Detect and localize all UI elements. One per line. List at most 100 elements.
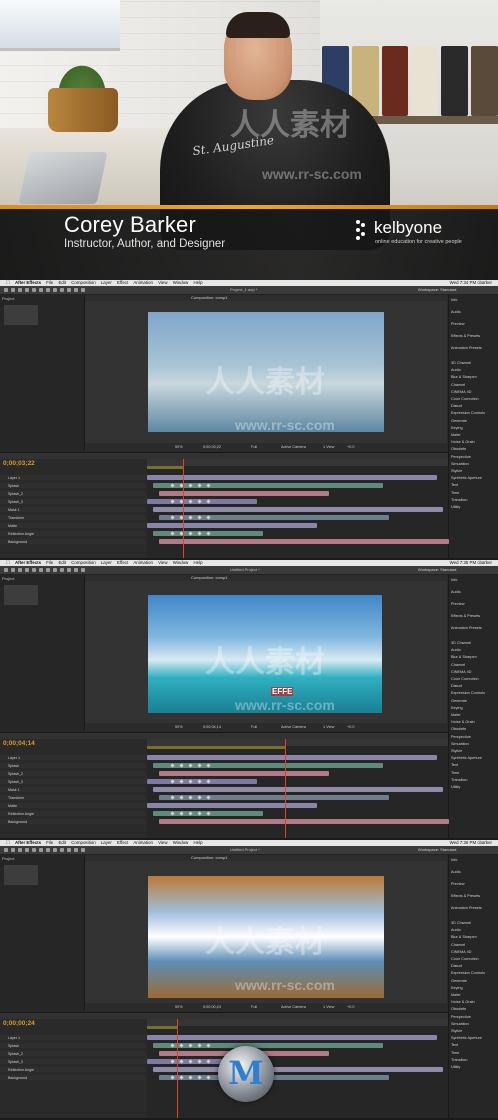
layer-bar[interactable] — [153, 787, 443, 792]
panel-item[interactable]: Text — [451, 1043, 458, 1047]
panel-item[interactable]: Keying — [451, 706, 463, 710]
layer-name[interactable]: Background — [8, 1076, 27, 1080]
tool-icon[interactable] — [18, 288, 22, 292]
project-tab[interactable]: Project — [2, 576, 14, 581]
tool-icon[interactable] — [67, 288, 71, 292]
composition-frame[interactable] — [148, 876, 384, 998]
track-area[interactable] — [147, 1019, 448, 1118]
tool-icon[interactable] — [53, 848, 57, 852]
composition-frame[interactable] — [148, 312, 384, 432]
panel-item[interactable]: Audio — [451, 928, 461, 932]
panel-item[interactable]: Synthetic Aperture — [451, 756, 482, 760]
layer-bar[interactable] — [159, 539, 449, 544]
layer-bar[interactable] — [147, 803, 317, 808]
tool-icon[interactable] — [74, 848, 78, 852]
layer-name[interactable]: Layer 1 — [8, 1036, 20, 1040]
viewer-control[interactable]: 0;00;04;14 — [203, 725, 221, 729]
panel-item[interactable]: Noise & Grain — [451, 440, 475, 444]
tool-icon[interactable] — [39, 568, 43, 572]
footage-thumbnail[interactable] — [4, 585, 38, 605]
viewer-control[interactable]: Active Camera — [281, 1005, 306, 1009]
panel-item[interactable]: Simulation — [451, 1022, 469, 1026]
panel-item[interactable]: Info — [451, 298, 457, 302]
layer-name[interactable]: Reflection Angle — [8, 1068, 34, 1072]
panel-item[interactable]: Audio — [451, 648, 461, 652]
panel-item[interactable]: Obsolete — [451, 1007, 466, 1011]
panel-item[interactable]: Noise & Grain — [451, 1000, 475, 1004]
layer-row[interactable] — [0, 755, 146, 760]
panel-item[interactable]: Expression Controls — [451, 971, 485, 975]
layer-row[interactable] — [0, 787, 146, 792]
viewer-control[interactable]: +0.0 — [347, 725, 355, 729]
panel-item[interactable]: Synthetic Aperture — [451, 1036, 482, 1040]
layer-row[interactable] — [0, 507, 146, 512]
layer-bar[interactable] — [147, 523, 317, 528]
layer-name[interactable]: Splash_3 — [8, 1060, 23, 1064]
workspace-select[interactable]: Workspace: Standard — [418, 567, 456, 572]
panel-item[interactable]: Synthetic Aperture — [451, 476, 482, 480]
time-ruler[interactable] — [147, 1019, 448, 1026]
panel-item[interactable]: Blur & Sharpen — [451, 375, 477, 379]
viewer-control[interactable]: +0.0 — [347, 445, 355, 449]
tool-icon[interactable] — [4, 288, 8, 292]
panel-item[interactable]: Keying — [451, 426, 463, 430]
tool-icon[interactable] — [39, 288, 43, 292]
current-timecode[interactable]: 0;00;04;14 — [3, 740, 35, 747]
layer-name[interactable]: Matte — [8, 524, 17, 528]
panel-item[interactable]: Perspective — [451, 1015, 471, 1019]
layer-name[interactable]: Mask 1 — [8, 508, 20, 512]
panel-item[interactable]: Info — [451, 858, 457, 862]
panel-item[interactable]: Stylize — [451, 469, 462, 473]
layer-bar[interactable] — [159, 819, 449, 824]
layer-row[interactable] — [0, 1035, 146, 1040]
tool-icon[interactable] — [32, 848, 36, 852]
panel-item[interactable]: Transition — [451, 778, 468, 782]
layer-name[interactable]: Layer 1 — [8, 756, 20, 760]
panel-item[interactable]: Utility — [451, 505, 460, 509]
viewer-control[interactable]: 50% — [175, 445, 183, 449]
panel-item[interactable]: Time — [451, 1051, 459, 1055]
tool-icon[interactable] — [25, 288, 29, 292]
panel-item[interactable]: Animation Presets — [451, 626, 482, 630]
panel-item[interactable]: Audio — [451, 310, 461, 314]
layer-row[interactable] — [0, 763, 146, 768]
layer-name[interactable]: Splash — [8, 1044, 19, 1048]
viewer-control[interactable]: Active Camera — [281, 725, 306, 729]
viewer-control[interactable]: 1 View — [323, 445, 334, 449]
tool-icon[interactable] — [53, 288, 57, 292]
layer-name[interactable]: Layer 1 — [8, 476, 20, 480]
viewer-control[interactable]: Full — [251, 725, 257, 729]
panel-item[interactable]: Effects & Presets — [451, 894, 480, 898]
layer-bar[interactable] — [147, 779, 257, 784]
panel-item[interactable]: Matte — [451, 993, 461, 997]
layer-name[interactable]: Splash — [8, 764, 19, 768]
work-area-bar[interactable] — [147, 746, 286, 749]
panel-item[interactable]: Simulation — [451, 462, 469, 466]
tool-icon[interactable] — [25, 568, 29, 572]
tool-icon[interactable] — [25, 848, 29, 852]
layer-name[interactable]: Background — [8, 820, 27, 824]
footage-thumbnail[interactable] — [4, 305, 38, 325]
panel-item[interactable]: Transition — [451, 498, 468, 502]
panel-item[interactable]: Stylize — [451, 1029, 462, 1033]
current-time-indicator[interactable] — [183, 459, 185, 558]
panel-item[interactable]: Obsolete — [451, 447, 466, 451]
panel-item[interactable]: Keying — [451, 986, 463, 990]
work-area-bar[interactable] — [147, 1026, 178, 1029]
panel-item[interactable]: Generate — [451, 979, 467, 983]
panel-item[interactable]: 3D Channel — [451, 921, 471, 925]
panel-item[interactable]: Obsolete — [451, 727, 466, 731]
tool-icon[interactable] — [60, 568, 64, 572]
layer-name[interactable]: Transform — [8, 516, 24, 520]
panel-item[interactable]: Generate — [451, 699, 467, 703]
tool-icon[interactable] — [11, 568, 15, 572]
viewer-tab[interactable]: Composition: comp1 — [191, 295, 227, 300]
panel-item[interactable]: Channel — [451, 663, 465, 667]
viewer-control[interactable]: 0;00;00;24 — [203, 1005, 221, 1009]
panel-item[interactable]: Color Correction — [451, 397, 479, 401]
tool-icon[interactable] — [11, 288, 15, 292]
panel-item[interactable]: Audio — [451, 368, 461, 372]
layer-bar[interactable] — [147, 755, 437, 760]
panel-item[interactable]: Channel — [451, 943, 465, 947]
viewer-control[interactable]: 1 View — [323, 725, 334, 729]
